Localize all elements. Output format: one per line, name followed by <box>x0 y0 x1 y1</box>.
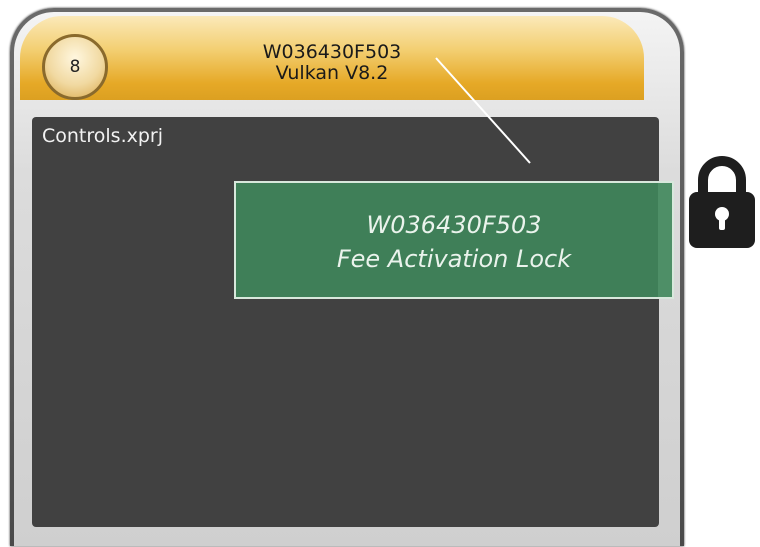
activation-lock-notice: W036430F503 Fee Activation Lock <box>234 181 674 299</box>
notice-message: Fee Activation Lock <box>336 245 572 273</box>
device-id-label: W036430F503 <box>262 41 402 63</box>
notice-device-id: W036430F503 <box>366 211 542 239</box>
project-file-name: Controls.xprj <box>42 125 164 147</box>
device-version-label: Vulkan V8.2 <box>275 62 389 84</box>
lock-icon <box>685 150 759 250</box>
device-header[interactable]: 8 W036430F503 Vulkan V8.2 <box>20 16 644 100</box>
notice-accent-strip <box>658 183 672 297</box>
project-panel[interactable]: Controls.xprj <box>32 117 659 527</box>
